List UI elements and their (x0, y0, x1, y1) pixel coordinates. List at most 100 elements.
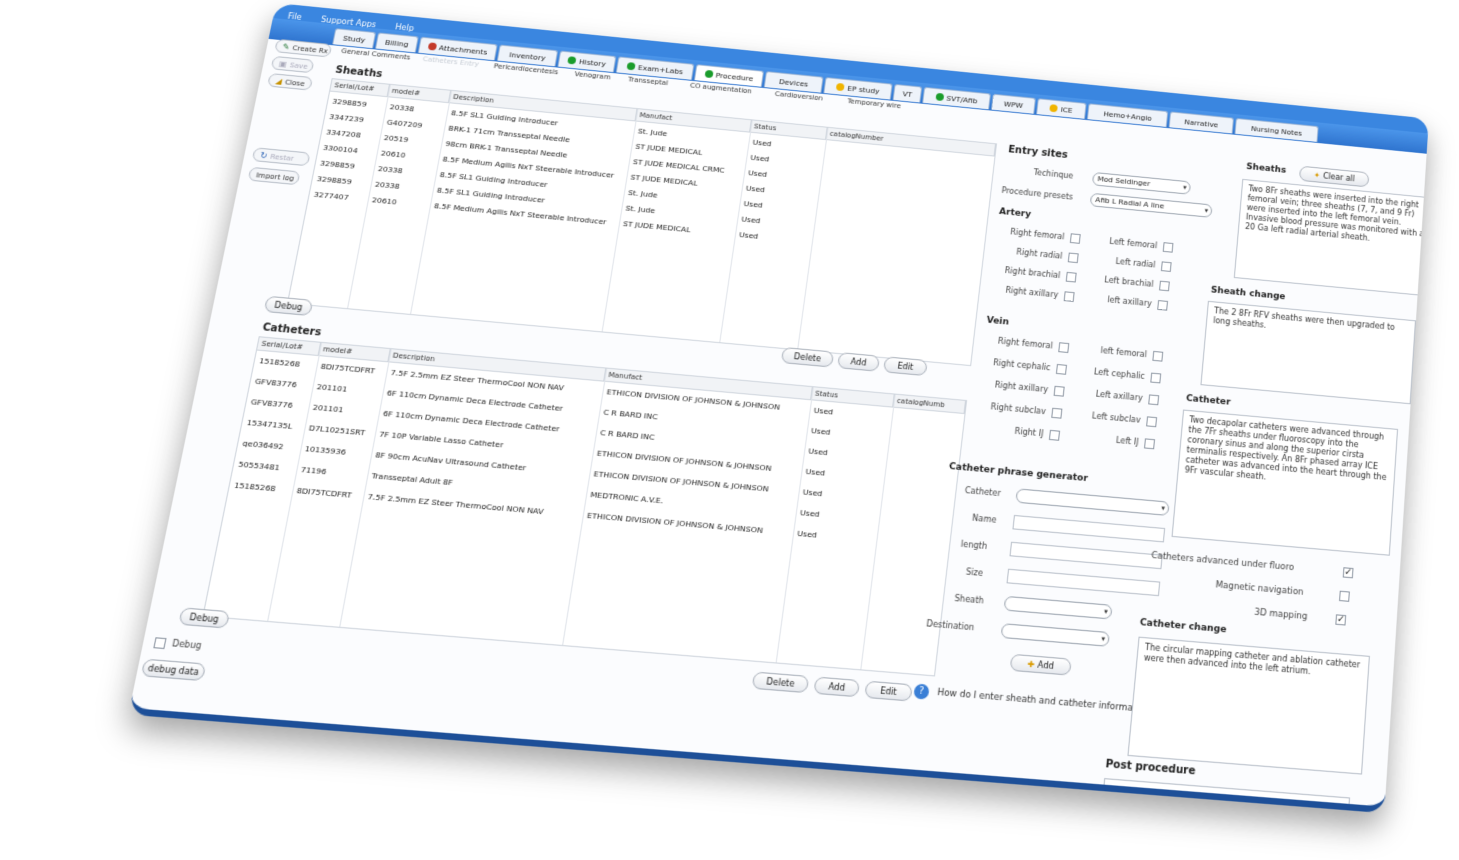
tab-label: Study (342, 33, 366, 45)
generator-add-button[interactable]: ✚ Add (1009, 653, 1072, 676)
catheter-label: Catheter (964, 485, 1002, 499)
tab-study[interactable]: Study (332, 28, 377, 49)
destination-select[interactable]: ▾ (1000, 623, 1110, 647)
tab-label: Billing (384, 37, 410, 49)
restart-button[interactable]: ↻Restar (251, 147, 311, 167)
table-cell: D7L10251SRT (308, 423, 366, 438)
vein-right-checkbox[interactable] (1051, 407, 1063, 419)
procedure-presets-select[interactable]: Afib L Radial A line ▾ (1089, 192, 1213, 218)
help-link[interactable]: How do I enter sheath and catheter infor… (937, 688, 1155, 716)
catheters-add-button[interactable]: Add (813, 676, 861, 698)
tab-history[interactable]: History (557, 50, 617, 73)
vein-left-label: left femoral (1100, 346, 1148, 360)
catheters-debug-button[interactable]: Debug (178, 607, 231, 629)
vein-left-checkbox[interactable] (1150, 372, 1162, 384)
tab-billing[interactable]: Billing (375, 32, 419, 53)
sheaths-column-header[interactable]: catalogNumber (825, 127, 996, 157)
chevron-down-icon: ▾ (1101, 634, 1106, 644)
tab-narrative[interactable]: Narrative (1168, 111, 1234, 134)
vein-right-label: Right subclav (990, 402, 1047, 417)
technique-select[interactable]: Mod Seldinger ▾ (1091, 171, 1192, 195)
artery-left-checkbox[interactable] (1157, 300, 1169, 311)
entry-sites-title: Entry sites (1007, 144, 1069, 161)
save-button[interactable]: ▣Save (270, 55, 315, 74)
tab-vt[interactable]: VT (892, 83, 923, 103)
disk-icon: ▣ (278, 59, 288, 69)
vein-left-checkbox[interactable] (1146, 416, 1158, 428)
sheaths-add-button[interactable]: Add (837, 352, 880, 372)
tab-nursing-notes[interactable]: Nursing Notes (1234, 117, 1319, 142)
tab-ice[interactable]: ICE (1036, 98, 1087, 119)
table-cell: Used (810, 425, 832, 437)
3d-mapping-label: 3D mapping (1253, 607, 1308, 623)
chevron-down-icon: ▾ (1160, 504, 1166, 513)
vein-left-label: Left axillary (1095, 389, 1144, 403)
catheter-size-input[interactable] (1006, 568, 1161, 597)
tab-label: Procedure (715, 70, 754, 84)
sheath-change-text-area[interactable]: The 2 8Fr RFV sheaths were then upgraded… (1200, 300, 1416, 405)
catheters-edit-button[interactable]: Edit (864, 680, 913, 702)
artery-left-checkbox[interactable] (1159, 280, 1170, 292)
status-dot-icon (704, 69, 714, 79)
debug-checkbox[interactable] (153, 637, 167, 650)
tab-hemo-angio[interactable]: Hemo+Angio (1086, 103, 1169, 128)
tab-devices[interactable]: Devices (763, 71, 824, 93)
table-cell: Used (805, 466, 826, 478)
3d-mapping-checkbox[interactable]: ✓ (1335, 614, 1347, 626)
artery-right-checkbox[interactable] (1063, 291, 1075, 302)
vein-right-checkbox[interactable] (1048, 429, 1061, 441)
catheters-column-header[interactable]: catalogNumb (893, 394, 967, 415)
vein-right-checkbox[interactable] (1058, 342, 1070, 354)
catheter-text-area[interactable]: Two decapolar catheters were advanced th… (1171, 409, 1399, 556)
catheter-length-input[interactable] (1009, 541, 1163, 570)
table-cell: Used (799, 507, 821, 519)
vein-title: Vein (986, 315, 1010, 328)
clear-all-button[interactable]: ✦ Clear all (1298, 165, 1370, 188)
fluoro-label: Catheters advanced under fluoro (1150, 550, 1295, 574)
status-dot-icon (567, 56, 577, 65)
sheath-select[interactable]: ▾ (1003, 595, 1113, 620)
table-cell: GFV83776 (254, 376, 298, 390)
close-icon: ◢ (274, 76, 283, 86)
catheters-delete-button[interactable]: Delete (751, 671, 810, 694)
catheter-name-input[interactable] (1012, 514, 1166, 543)
artery-left-checkbox[interactable] (1162, 242, 1174, 253)
tab-wpw[interactable]: WPW (991, 93, 1036, 114)
sheaths-text-area[interactable]: Two 8Fr sheaths were inserted into the r… (1233, 178, 1429, 297)
artery-left-checkbox[interactable] (1160, 261, 1172, 272)
help-icon[interactable]: ? (913, 683, 930, 700)
vein-right-checkbox[interactable] (1053, 385, 1065, 397)
pen-icon: ✎ (281, 42, 291, 52)
vein-left-checkbox[interactable] (1144, 438, 1156, 450)
fluoro-checkbox[interactable]: ✓ (1342, 567, 1354, 579)
debug-data-button[interactable]: debug data (140, 658, 207, 682)
catheter-select[interactable]: ▾ (1015, 488, 1170, 516)
artery-right-checkbox[interactable] (1069, 233, 1081, 244)
sheaths-table[interactable]: Serial/Lot# model# Description Manufact Stat… (286, 78, 998, 367)
artery-right-checkbox[interactable] (1065, 271, 1077, 283)
vein-left-checkbox[interactable] (1148, 394, 1160, 406)
catheters-title: Catheters (261, 322, 323, 339)
vein-left-label: Left cephalic (1093, 367, 1146, 381)
vein-right-checkbox[interactable] (1055, 363, 1068, 375)
sheaths-text-title: Sheaths (1245, 162, 1287, 176)
post-procedure-text-area[interactable] (1097, 778, 1351, 814)
import-log-button[interactable]: Import log (247, 166, 301, 186)
catheter-change-text-area[interactable]: The circular mapping catheter and ablati… (1127, 636, 1370, 775)
vein-left-checkbox[interactable] (1152, 350, 1164, 362)
tab-svt-afib[interactable]: SVT/Afib (922, 86, 991, 110)
table-cell: GFV83776 (250, 397, 294, 411)
chevron-down-icon: ▾ (1204, 206, 1209, 215)
sheaths-delete-button[interactable]: Delete (780, 346, 835, 368)
catheters-table[interactable]: Serial/Lot# model# Description Manufact Stat… (202, 336, 968, 677)
tab-label: Devices (778, 77, 809, 89)
tab-ep-study[interactable]: EP study (823, 77, 893, 100)
catheter-change-title: Catheter change (1139, 617, 1227, 636)
sheaths-debug-button[interactable]: Debug (263, 295, 314, 317)
close-button[interactable]: ◢Close (267, 72, 314, 91)
magnetic-navigation-checkbox[interactable] (1339, 590, 1350, 602)
sheaths-edit-button[interactable]: Edit (883, 356, 928, 377)
artery-right-checkbox[interactable] (1067, 252, 1079, 264)
table-cell: qe036492 (241, 438, 285, 452)
artery-title: Artery (998, 207, 1032, 220)
